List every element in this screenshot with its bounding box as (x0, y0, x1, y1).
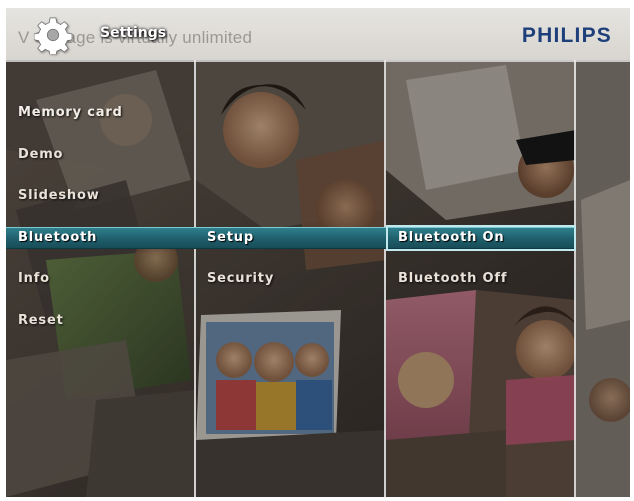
menu-item-bluetooth[interactable]: Bluetooth (18, 230, 97, 245)
settings-title: Settings (100, 25, 167, 41)
menu-item-memory-card[interactable]: Memory card (18, 105, 123, 120)
menu-item-bluetooth-off[interactable]: Bluetooth Off (398, 271, 507, 286)
gear-icon (34, 17, 72, 54)
menu-item-slideshow[interactable]: Slideshow (18, 188, 100, 203)
collage-image (6, 60, 630, 497)
menu-item-security[interactable]: Security (207, 271, 274, 286)
top-banner: V Storage is virtually unlimited Setting… (6, 8, 630, 60)
menu-item-setup[interactable]: Setup (207, 230, 254, 245)
menu-item-bluetooth-on[interactable]: Bluetooth On (398, 230, 504, 245)
banner-divider (6, 60, 630, 62)
photo-collage-background (6, 60, 630, 497)
photo-frame-screen: V Storage is virtually unlimited Setting… (6, 8, 630, 497)
menu-item-demo[interactable]: Demo (18, 147, 63, 162)
column-separator-2 (384, 60, 386, 497)
menu-item-info[interactable]: Info (18, 271, 50, 286)
menu-item-reset[interactable]: Reset (18, 313, 64, 328)
philips-logo: PHILIPS (521, 24, 612, 47)
column-separator-3 (574, 60, 576, 497)
column-separator-1 (194, 60, 196, 497)
